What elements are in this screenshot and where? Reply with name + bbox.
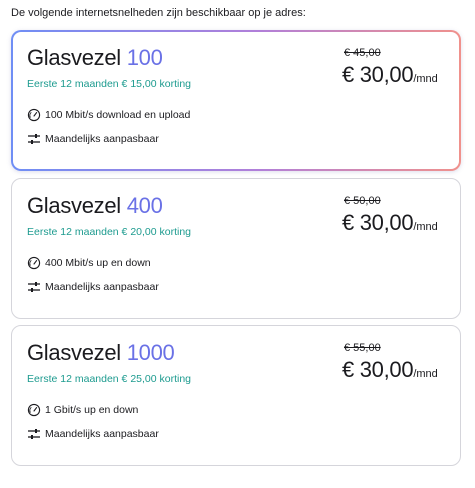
- price-unit: /mnd: [413, 368, 438, 380]
- sliders-icon: [27, 132, 41, 146]
- feature-speed: 1 Gbit/s up en down: [27, 403, 138, 417]
- plan-card-1000[interactable]: Glasvezel 1000 Eerste 12 maanden € 25,00…: [11, 325, 461, 466]
- price: € 30,00/mnd: [342, 62, 438, 88]
- plan-speed: 400: [126, 193, 163, 218]
- speedometer-icon: [27, 108, 41, 122]
- intro-text: De volgende internetsnelheden zijn besch…: [11, 7, 306, 19]
- feature-flex: Maandelijks aanpasbaar: [27, 132, 159, 146]
- price-amount: € 30,00: [342, 210, 414, 235]
- feature-speed-label: 100 Mbit/s download en upload: [45, 109, 191, 121]
- plan-speed: 100: [126, 45, 163, 70]
- feature-flex-label: Maandelijks aanpasbaar: [45, 281, 159, 293]
- feature-flex: Maandelijks aanpasbaar: [27, 280, 159, 294]
- price-unit: /mnd: [413, 73, 438, 85]
- old-price: € 50,00: [344, 195, 381, 207]
- feature-speed-label: 400 Mbit/s up en down: [45, 257, 151, 269]
- price-amount: € 30,00: [342, 357, 414, 382]
- plan-name: Glasvezel: [27, 45, 121, 70]
- feature-flex-label: Maandelijks aanpasbaar: [45, 428, 159, 440]
- price: € 30,00/mnd: [342, 357, 438, 383]
- plan-discount: Eerste 12 maanden € 15,00 korting: [27, 78, 192, 90]
- old-price: € 55,00: [344, 342, 381, 354]
- plan-name: Glasvezel: [27, 193, 121, 218]
- price-amount: € 30,00: [342, 62, 414, 87]
- sliders-icon: [27, 280, 41, 294]
- price: € 30,00/mnd: [342, 210, 438, 236]
- sliders-icon: [27, 427, 41, 441]
- plan-title: Glasvezel 100: [27, 45, 163, 71]
- plan-discount: Eerste 12 maanden € 25,00 korting: [27, 373, 192, 385]
- feature-flex: Maandelijks aanpasbaar: [27, 427, 159, 441]
- feature-flex-label: Maandelijks aanpasbaar: [45, 133, 159, 145]
- speedometer-icon: [27, 403, 41, 417]
- plan-discount: Eerste 12 maanden € 20,00 korting: [27, 226, 192, 238]
- speedometer-icon: [27, 256, 41, 270]
- feature-speed: 400 Mbit/s up en down: [27, 256, 151, 270]
- plan-speed: 1000: [126, 340, 175, 365]
- plan-title: Glasvezel 1000: [27, 340, 175, 366]
- price-unit: /mnd: [413, 221, 438, 233]
- feature-speed: 100 Mbit/s download en upload: [27, 108, 190, 122]
- old-price: € 45,00: [344, 47, 381, 59]
- plan-title: Glasvezel 400: [27, 193, 163, 219]
- plan-name: Glasvezel: [27, 340, 121, 365]
- feature-speed-label: 1 Gbit/s up en down: [45, 404, 139, 416]
- plan-card-400[interactable]: Glasvezel 400 Eerste 12 maanden € 20,00 …: [11, 178, 461, 319]
- plan-card-100[interactable]: Glasvezel 100 Eerste 12 maanden € 15,00 …: [11, 30, 461, 171]
